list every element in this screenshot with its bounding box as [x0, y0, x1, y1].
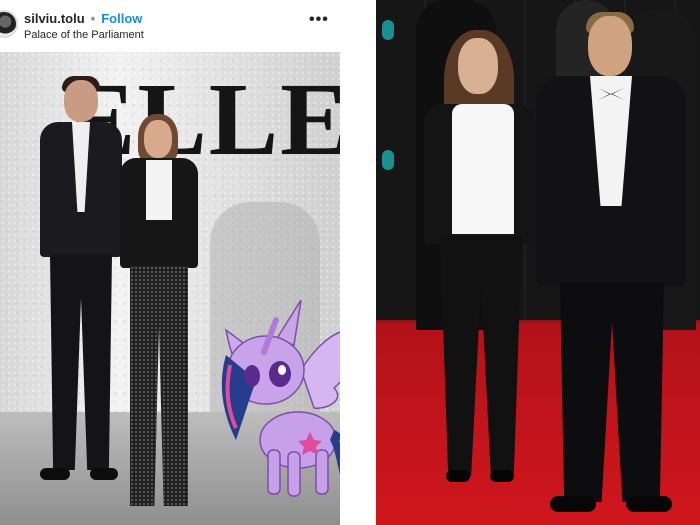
username[interactable]: silviu.tolu [24, 11, 85, 27]
username-row: silviu.tolu • Follow [24, 11, 142, 27]
more-options-icon[interactable]: ••• [309, 11, 329, 29]
man-in-tuxedo [536, 12, 686, 516]
woman-in-tuxedo [424, 0, 536, 500]
post-location[interactable]: Palace of the Parliament [24, 29, 144, 41]
instagram-post: silviu.tolu • Follow Palace of the Parli… [0, 0, 340, 525]
follow-button[interactable]: Follow [101, 11, 142, 27]
post-header: silviu.tolu • Follow Palace of the Parli… [0, 0, 340, 52]
backdrop-logo [382, 150, 394, 170]
woman-in-sequin-suit [120, 114, 200, 518]
avatar[interactable] [0, 10, 18, 38]
separator-dot: • [90, 11, 96, 26]
red-carpet-photo [376, 0, 700, 525]
pony-sticker [221, 300, 340, 497]
backdrop-logo [382, 20, 394, 40]
collage: silviu.tolu • Follow Palace of the Parli… [0, 0, 700, 525]
post-photo: ELLE [0, 52, 340, 525]
man-in-suit [40, 76, 122, 480]
